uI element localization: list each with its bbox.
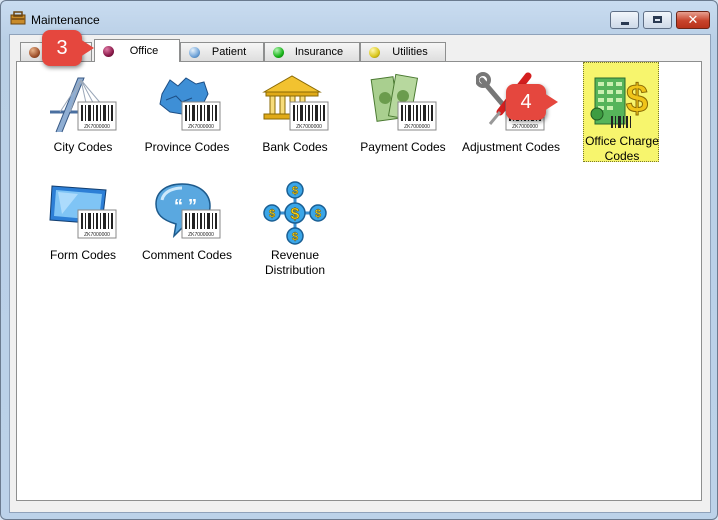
payment-codes-item[interactable]: ZK7000000 Payment Codes [351,68,455,176]
svg-text:$: $ [292,231,298,243]
toolbox-icon [10,11,26,25]
svg-text:ZK7000000: ZK7000000 [512,124,538,130]
minimize-icon [621,22,629,25]
minimize-button[interactable] [610,11,639,29]
tab-office[interactable]: Office [94,39,180,62]
close-icon: ✕ [687,12,699,27]
title-bar[interactable]: Maintenance ✕ [1,1,717,35]
office-tab-panel: ZK7000000 City Codes ZK7000000 Province … [16,61,702,501]
office-charge-codes-item[interactable]: $ Office Charge Codes [581,62,685,170]
step-3-callout: 3 [42,30,94,66]
svg-text:ZK7000000: ZK7000000 [404,124,430,130]
svg-text:$: $ [269,208,275,220]
monitor-barcode-icon: ZK7000000 [49,185,117,239]
tab-insurance[interactable]: Insurance [264,42,360,61]
bridge-barcode-icon: ZK7000000 [50,77,117,133]
svg-text:$: $ [315,208,321,220]
tab-insurance-label: Insurance [294,46,344,58]
svg-text:ZK7000000: ZK7000000 [296,124,322,130]
revenue-distribution-label: Revenue Distribution [264,248,326,277]
svg-text:ZK7000000: ZK7000000 [84,124,110,130]
maximize-button[interactable] [643,11,672,29]
speech-bubble-barcode-icon: “ ” ZK7000000 [155,183,221,239]
revenue-distribution-item[interactable]: $ $ $ $ $ Revenue Distribution [243,176,347,284]
dollar-network-icon: $ $ $ $ $ [263,181,327,245]
province-codes-item[interactable]: ZK7000000 Province Codes [135,68,239,176]
close-button[interactable]: ✕ [676,11,710,29]
bank-codes-label: Bank Codes [262,140,328,154]
tab-patient[interactable]: Patient [180,42,264,61]
tab-utilities-label: Utilities [392,46,428,58]
tab-utilities[interactable]: Utilities [360,42,446,61]
svg-text:ZK7000000: ZK7000000 [84,232,110,238]
city-codes-item[interactable]: ZK7000000 City Codes [31,68,135,176]
office-charge-codes-label: Office Charge Codes [585,134,659,163]
brown-ball-icon [29,47,40,58]
payment-codes-label: Payment Codes [360,140,446,154]
svg-text:$: $ [626,77,648,121]
money-barcode-icon: ZK7000000 [370,73,437,131]
maximize-icon [653,16,662,23]
svg-text:ZK7000000: ZK7000000 [188,232,214,238]
bank-codes-item[interactable]: ZK7000000 Bank Codes [243,68,347,176]
step-4-callout: 4 [506,84,558,120]
tab-patient-label: Patient [211,46,247,58]
form-codes-label: Form Codes [49,248,117,262]
comment-codes-item[interactable]: “ ” ZK7000000 Comment Codes [135,176,239,284]
maintenance-window: Maintenance ✕ Office Patient Insurance U… [0,0,718,520]
adjustment-codes-label: Adjustment Codes [461,140,561,154]
building-dollar-icon: $ [590,77,649,128]
window-title: Maintenance [31,13,100,27]
form-codes-item[interactable]: ZK7000000 Form Codes [31,176,135,284]
svg-text:$: $ [291,206,300,223]
map-barcode-icon: ZK7000000 [159,77,221,131]
svg-text:$: $ [292,185,298,197]
tab-office-label: Office [129,45,159,57]
province-codes-label: Province Codes [144,140,230,154]
comment-codes-label: Comment Codes [141,248,233,262]
bank-barcode-icon: ZK7000000 [262,75,329,131]
city-codes-label: City Codes [53,140,113,154]
svg-text:ZK7000000: ZK7000000 [188,124,214,130]
client-area: Office Patient Insurance Utilities ZK700… [9,34,711,513]
